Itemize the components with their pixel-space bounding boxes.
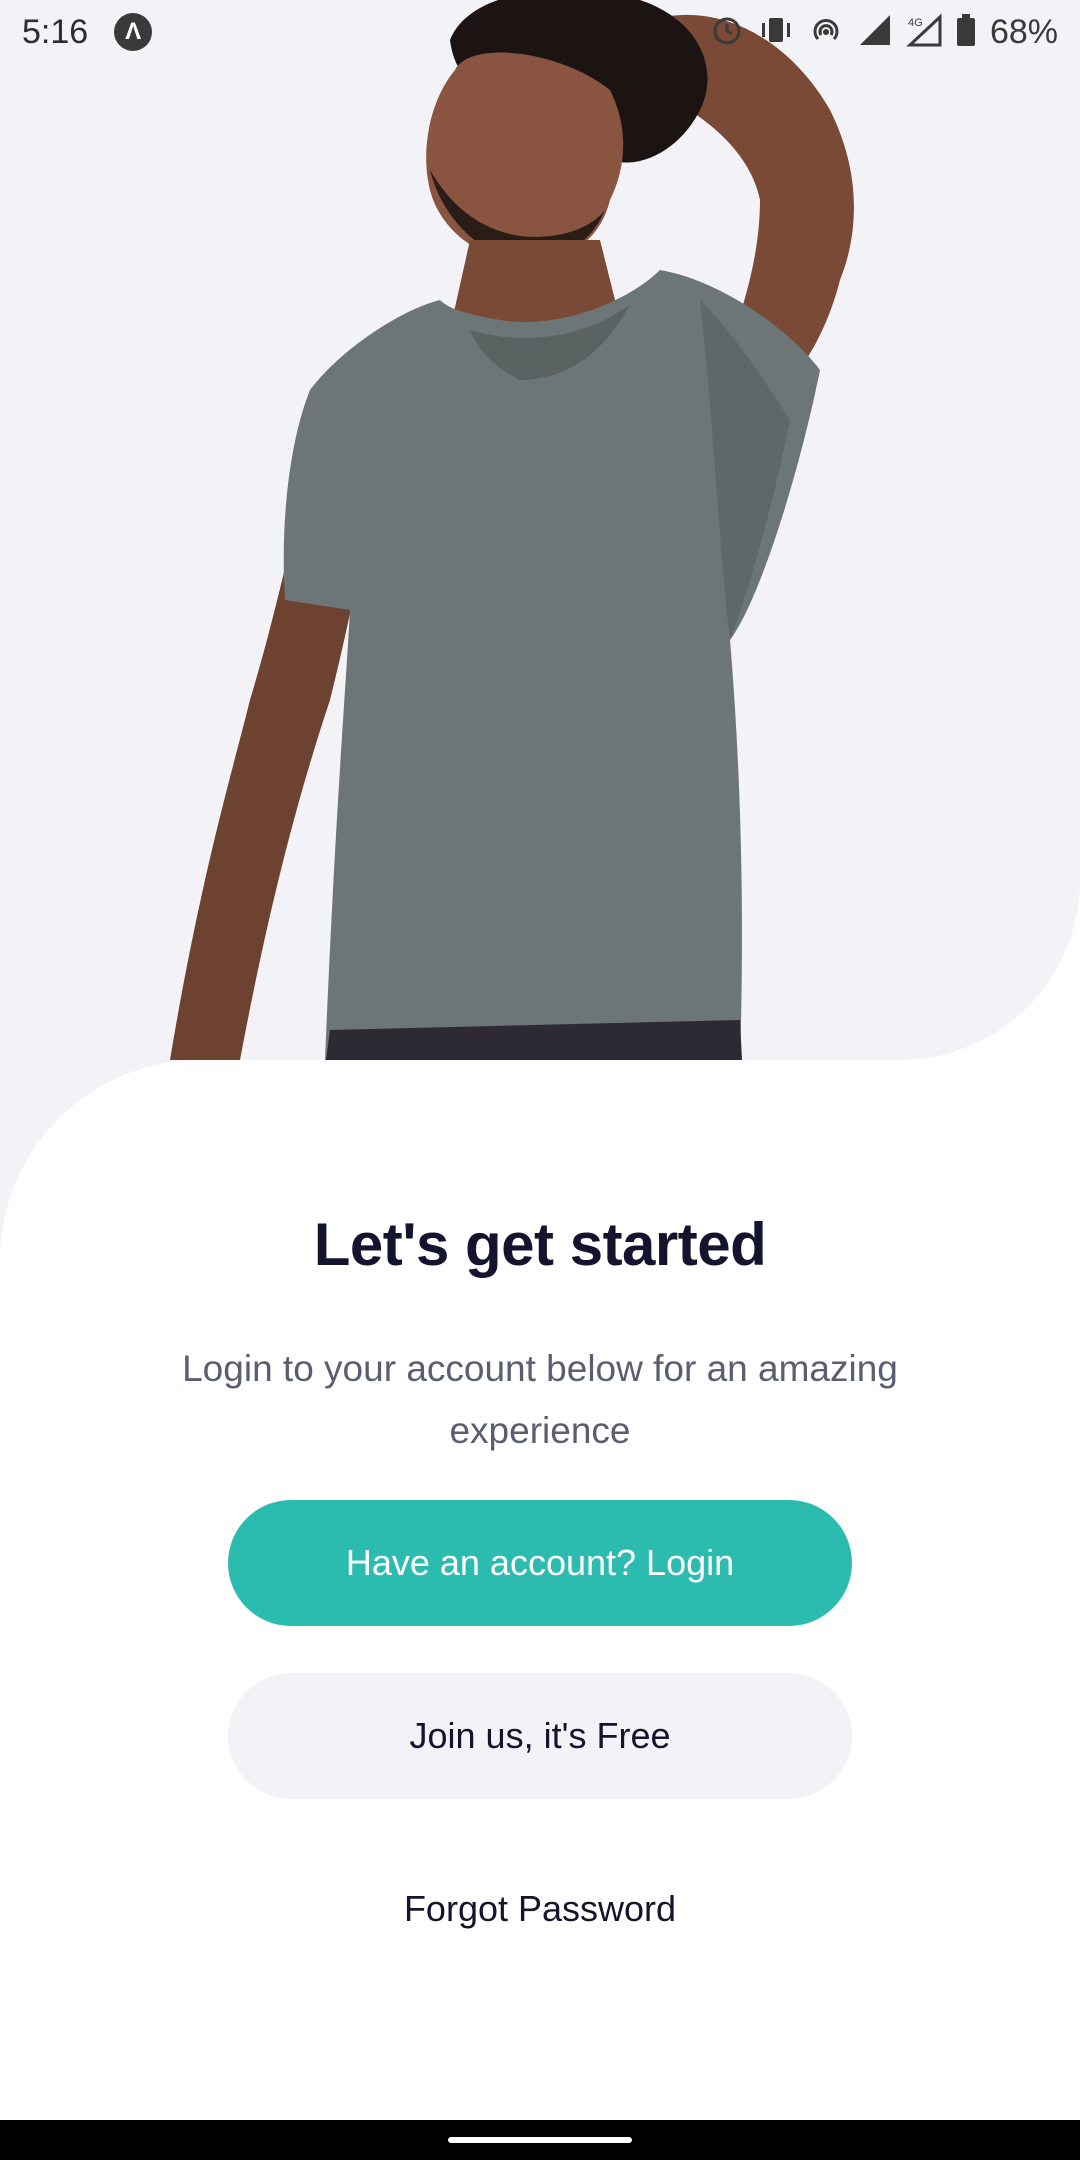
alarm-icon xyxy=(710,13,744,52)
page-title: Let's get started xyxy=(313,1211,767,1278)
battery-icon xyxy=(956,13,976,52)
hero-image xyxy=(0,0,1080,1060)
vibrate-icon xyxy=(758,13,794,52)
network-label: 4G xyxy=(908,17,923,29)
status-right: 4G 68% xyxy=(710,13,1058,52)
status-left: 5:16 Λ xyxy=(22,12,153,52)
screen: 5:16 Λ 4G 68% Let's get started Login to… xyxy=(0,0,1080,2160)
join-button[interactable]: Join us, it's Free xyxy=(228,1673,852,1799)
home-indicator[interactable] xyxy=(448,2137,632,2143)
network-4g-icon: 4G xyxy=(906,13,942,52)
battery-percent: 68% xyxy=(989,12,1058,51)
app-notification-icon: Λ xyxy=(114,13,153,51)
page-subtitle: Login to your account below for an amazi… xyxy=(182,1348,898,1451)
status-time: 5:16 xyxy=(22,12,89,51)
hero-photo xyxy=(170,0,854,1060)
forgot-password-link[interactable]: Forgot Password xyxy=(0,1888,1080,1930)
login-button[interactable]: Have an account? Login xyxy=(228,1500,852,1626)
status-bar: 5:16 Λ 4G 68% xyxy=(0,0,1080,64)
signal-icon xyxy=(858,13,892,52)
hotspot-icon xyxy=(808,13,844,52)
